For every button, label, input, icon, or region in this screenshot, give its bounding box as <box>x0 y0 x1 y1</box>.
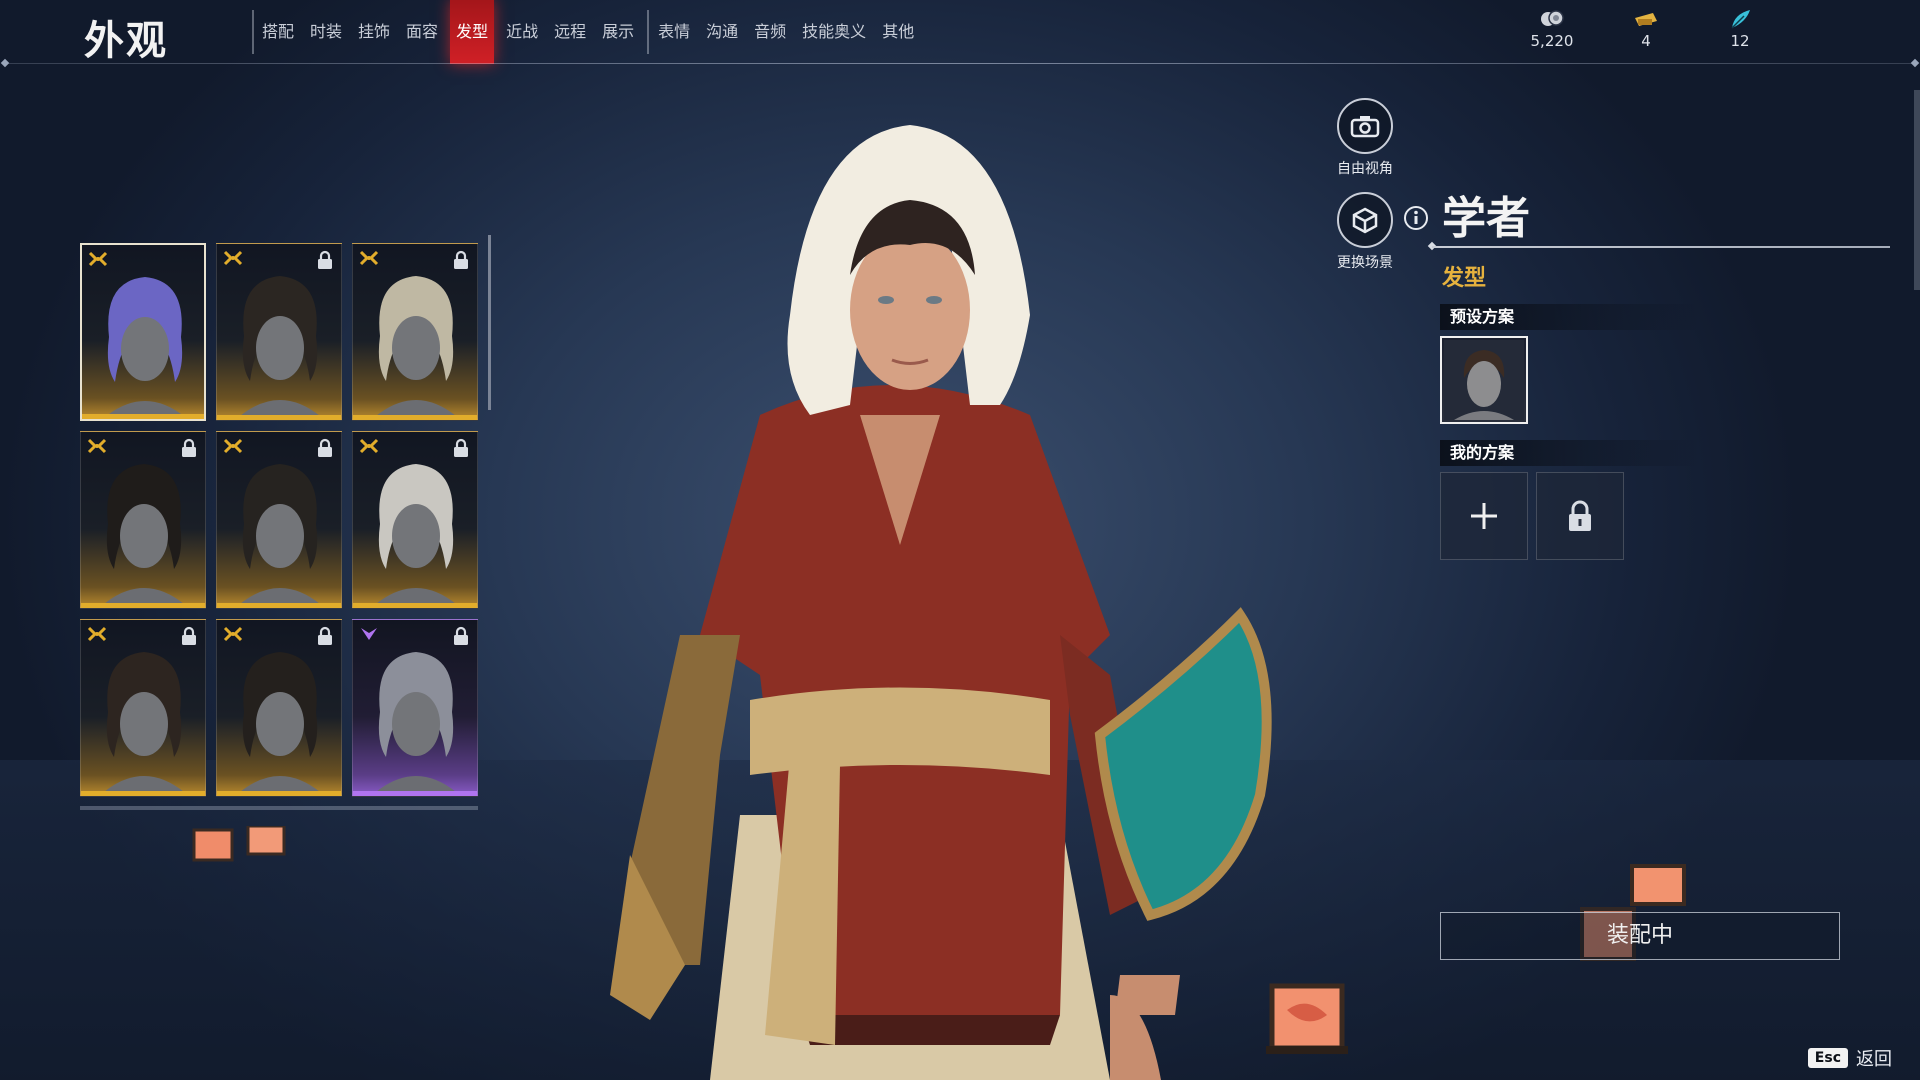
right-scrollbar[interactable] <box>1914 90 1920 290</box>
tab-separator <box>252 10 254 54</box>
tab-group2-4[interactable]: 其他 <box>878 0 918 64</box>
hair-card[interactable] <box>80 619 206 797</box>
currency-value: 12 <box>1730 32 1750 50</box>
name-underline <box>1432 246 1890 248</box>
scene-cube-icon <box>1337 192 1393 248</box>
tab-group2-3[interactable]: 技能奥义 <box>798 0 870 64</box>
hair-style-preview <box>376 464 456 604</box>
rarity-bar <box>82 414 204 419</box>
change-scene-label: 更换场景 <box>1337 255 1393 271</box>
currency-1: 4 <box>1616 8 1676 50</box>
feather-icon <box>1710 8 1770 30</box>
hair-card[interactable] <box>352 243 478 421</box>
free-camera-button[interactable]: 自由视角 <box>1315 98 1415 178</box>
category-tabs: 搭配 时装 挂饰 面容 发型 近战 远程 展示 表情 沟通 音频 技能奥义 其他 <box>258 0 926 64</box>
ticket-icon <box>1616 8 1676 30</box>
hair-card[interactable] <box>80 243 206 421</box>
rarity-bar <box>217 603 341 608</box>
camera-icon <box>1337 98 1393 154</box>
category-label: 发型 <box>1442 266 1487 291</box>
back-label: 返回 <box>1856 1049 1892 1070</box>
esc-key: Esc <box>1807 1048 1848 1068</box>
currency-2: 12 <box>1710 8 1770 50</box>
currency-0: 5,220 <box>1522 8 1582 50</box>
rarity-bar <box>81 791 205 796</box>
hair-portrait-icon <box>1444 340 1524 420</box>
locked-scheme-slot[interactable] <box>1536 472 1624 560</box>
top-bar: 外观 搭配 时装 挂饰 面容 发型 近战 远程 展示 表情 沟通 音频 技能奥义 其他 5,220 4 12 <box>0 0 1920 68</box>
tab-group1-1[interactable]: 时装 <box>306 0 346 64</box>
hair-style-preview <box>240 464 320 604</box>
hair-card[interactable] <box>216 431 342 609</box>
info-icon[interactable] <box>1403 205 1429 231</box>
tab-group1-6[interactable]: 远程 <box>550 0 590 64</box>
hair-style-preview <box>376 276 456 416</box>
grid-more-indicator <box>80 806 478 810</box>
hair-style-preview <box>105 277 185 417</box>
hair-card[interactable] <box>352 431 478 609</box>
lock-icon <box>1569 500 1591 531</box>
currency-value: 4 <box>1641 32 1651 50</box>
currency-value: 5,220 <box>1530 32 1574 50</box>
rarity-bar <box>217 791 341 796</box>
currency-bar: 5,220 4 12 <box>1522 8 1770 50</box>
tab-group2-0[interactable]: 表情 <box>654 0 694 64</box>
tab-group1-4[interactable]: 发型 <box>450 0 495 64</box>
grid-scrollbar[interactable] <box>488 235 491 410</box>
rarity-bar <box>217 415 341 420</box>
divider-dot <box>0 58 10 68</box>
divider-dot <box>1910 58 1920 68</box>
my-section-header: 我的方案 <box>1440 440 1700 466</box>
hair-style-preview <box>104 652 184 792</box>
hair-card[interactable] <box>216 619 342 797</box>
hair-card[interactable] <box>216 243 342 421</box>
add-scheme-button[interactable] <box>1440 472 1528 560</box>
lantern-decoration <box>192 826 286 862</box>
hair-style-preview <box>376 652 456 792</box>
hair-card[interactable] <box>352 619 478 797</box>
rarity-bar <box>81 603 205 608</box>
character-model[interactable] <box>590 115 1310 1080</box>
preset-name: 学者 <box>1442 193 1530 244</box>
plus-icon <box>1471 503 1497 529</box>
rarity-purple-icon <box>361 628 377 640</box>
rarity-bar <box>353 415 477 420</box>
top-divider <box>6 63 1914 64</box>
tab-group1-7[interactable]: 展示 <box>598 0 638 64</box>
equipped-button[interactable]: 装配中 <box>1440 912 1840 960</box>
preset-slot[interactable] <box>1440 336 1528 424</box>
tab-separator <box>647 10 649 54</box>
hair-style-preview <box>240 652 320 792</box>
hair-grid <box>80 243 480 797</box>
hair-style-preview <box>104 464 184 604</box>
tab-group1-5[interactable]: 近战 <box>502 0 542 64</box>
preset-section-header: 预设方案 <box>1440 304 1700 330</box>
tab-group1-2[interactable]: 挂饰 <box>354 0 394 64</box>
page-title: 外观 <box>84 17 168 64</box>
hair-style-preview <box>240 276 320 416</box>
free-camera-label: 自由视角 <box>1337 161 1393 177</box>
tab-group2-1[interactable]: 沟通 <box>702 0 742 64</box>
silver-coin-icon <box>1522 8 1582 30</box>
rarity-bar <box>353 603 477 608</box>
rarity-bar <box>353 791 477 796</box>
change-scene-button[interactable]: 更换场景 <box>1315 192 1415 272</box>
tab-group1-0[interactable]: 搭配 <box>258 0 298 64</box>
tab-group2-2[interactable]: 音频 <box>750 0 790 64</box>
hair-card[interactable] <box>80 431 206 609</box>
back-hint[interactable]: Esc 返回 <box>1807 1045 1892 1071</box>
tab-group1-3[interactable]: 面容 <box>402 0 442 64</box>
